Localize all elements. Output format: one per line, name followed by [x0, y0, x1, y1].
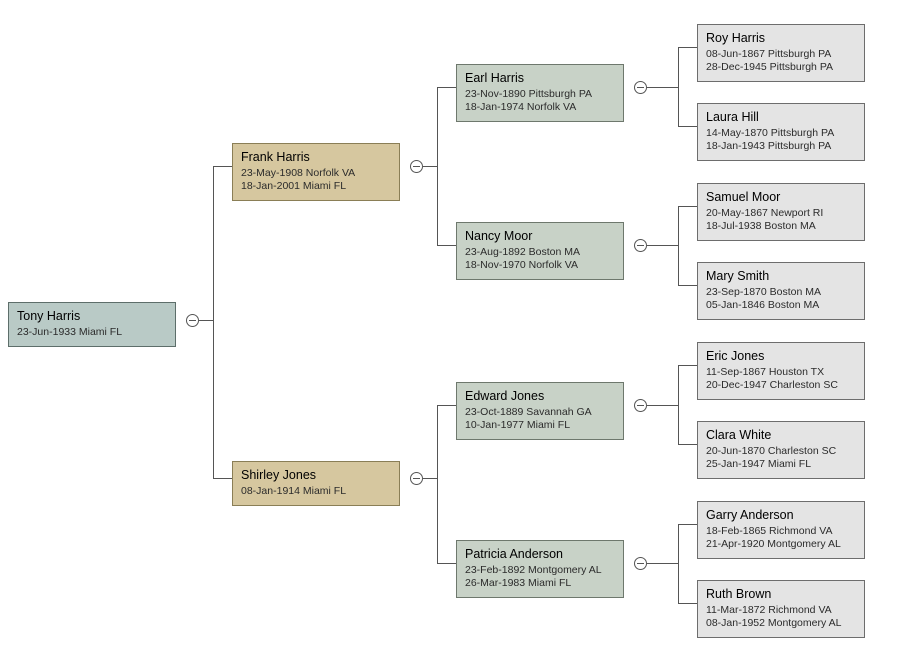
- connector: [213, 166, 232, 167]
- person-card-ggp1[interactable]: Roy Harris 08-Jun-1867 Pittsburgh PA 28-…: [697, 24, 865, 82]
- person-birth: 23-May-1908 Norfolk VA: [241, 167, 391, 180]
- person-birth: 11-Mar-1872 Richmond VA: [706, 604, 856, 617]
- pedigree-chart: Tony Harris 23-Jun-1933 Miami FL Frank H…: [0, 0, 903, 654]
- connector: [678, 524, 679, 604]
- person-death: 05-Jan-1846 Boston MA: [706, 299, 856, 312]
- connector: [423, 166, 437, 167]
- connector: [437, 405, 438, 564]
- collapse-icon[interactable]: [634, 557, 647, 570]
- person-name: Tony Harris: [17, 309, 167, 323]
- person-card-ggp3[interactable]: Samuel Moor 20-May-1867 Newport RI 18-Ju…: [697, 183, 865, 241]
- connector: [647, 405, 678, 406]
- person-birth: 20-May-1867 Newport RI: [706, 207, 856, 220]
- connector: [213, 166, 214, 478]
- person-name: Patricia Anderson: [465, 547, 615, 561]
- collapse-icon[interactable]: [186, 314, 199, 327]
- connector: [678, 603, 697, 604]
- person-name: Frank Harris: [241, 150, 391, 164]
- person-name: Ruth Brown: [706, 587, 856, 601]
- connector: [437, 87, 456, 88]
- connector: [199, 320, 213, 321]
- person-birth: 23-Feb-1892 Montgomery AL: [465, 564, 615, 577]
- connector: [647, 563, 678, 564]
- collapse-icon[interactable]: [634, 239, 647, 252]
- person-birth: 18-Feb-1865 Richmond VA: [706, 525, 856, 538]
- person-death: 10-Jan-1977 Miami FL: [465, 419, 615, 432]
- person-birth: 11-Sep-1867 Houston TX: [706, 366, 856, 379]
- person-card-pgm[interactable]: Nancy Moor 23-Aug-1892 Boston MA 18-Nov-…: [456, 222, 624, 280]
- person-name: Roy Harris: [706, 31, 856, 45]
- connector: [678, 47, 697, 48]
- connector: [678, 126, 697, 127]
- person-name: Clara White: [706, 428, 856, 442]
- person-name: Nancy Moor: [465, 229, 615, 243]
- collapse-icon[interactable]: [410, 160, 423, 173]
- connector: [678, 365, 679, 445]
- person-death: 18-Jan-1974 Norfolk VA: [465, 101, 615, 114]
- person-name: Garry Anderson: [706, 508, 856, 522]
- person-name: Earl Harris: [465, 71, 615, 85]
- person-name: Mary Smith: [706, 269, 856, 283]
- person-death: 21-Apr-1920 Montgomery AL: [706, 538, 856, 551]
- person-birth: 23-Sep-1870 Boston MA: [706, 286, 856, 299]
- person-card-mgf[interactable]: Edward Jones 23-Oct-1889 Savannah GA 10-…: [456, 382, 624, 440]
- person-birth: 23-Oct-1889 Savannah GA: [465, 406, 615, 419]
- person-name: Shirley Jones: [241, 468, 391, 482]
- connector: [437, 87, 438, 246]
- person-death: 18-Jul-1938 Boston MA: [706, 220, 856, 233]
- person-death: 08-Jan-1952 Montgomery AL: [706, 617, 856, 630]
- connector: [678, 206, 679, 286]
- collapse-icon[interactable]: [410, 472, 423, 485]
- person-birth: 20-Jun-1870 Charleston SC: [706, 445, 856, 458]
- connector: [213, 478, 232, 479]
- person-death: 28-Dec-1945 Pittsburgh PA: [706, 61, 856, 74]
- connector: [678, 365, 697, 366]
- person-name: Eric Jones: [706, 349, 856, 363]
- person-death: 18-Jan-1943 Pittsburgh PA: [706, 140, 856, 153]
- person-birth: 08-Jun-1867 Pittsburgh PA: [706, 48, 856, 61]
- person-card-ggp7[interactable]: Garry Anderson 18-Feb-1865 Richmond VA 2…: [697, 501, 865, 559]
- connector: [437, 563, 456, 564]
- collapse-icon[interactable]: [634, 81, 647, 94]
- person-birth: 23-Jun-1933 Miami FL: [17, 326, 167, 339]
- person-birth: 14-May-1870 Pittsburgh PA: [706, 127, 856, 140]
- person-card-ggp4[interactable]: Mary Smith 23-Sep-1870 Boston MA 05-Jan-…: [697, 262, 865, 320]
- person-death: 25-Jan-1947 Miami FL: [706, 458, 856, 471]
- person-name: Laura Hill: [706, 110, 856, 124]
- person-death: 20-Dec-1947 Charleston SC: [706, 379, 856, 392]
- connector: [423, 478, 437, 479]
- person-card-ggp2[interactable]: Laura Hill 14-May-1870 Pittsburgh PA 18-…: [697, 103, 865, 161]
- person-birth: 08-Jan-1914 Miami FL: [241, 485, 391, 498]
- person-card-mgm[interactable]: Patricia Anderson 23-Feb-1892 Montgomery…: [456, 540, 624, 598]
- connector: [678, 47, 679, 127]
- connector: [647, 87, 678, 88]
- connector: [678, 206, 697, 207]
- connector: [678, 524, 697, 525]
- person-card-mother[interactable]: Shirley Jones 08-Jan-1914 Miami FL: [232, 461, 400, 506]
- person-name: Edward Jones: [465, 389, 615, 403]
- connector: [437, 245, 456, 246]
- person-card-ggp5[interactable]: Eric Jones 11-Sep-1867 Houston TX 20-Dec…: [697, 342, 865, 400]
- person-death: 26-Mar-1983 Miami FL: [465, 577, 615, 590]
- person-card-ggp8[interactable]: Ruth Brown 11-Mar-1872 Richmond VA 08-Ja…: [697, 580, 865, 638]
- person-death: 18-Jan-2001 Miami FL: [241, 180, 391, 193]
- connector: [437, 405, 456, 406]
- person-card-father[interactable]: Frank Harris 23-May-1908 Norfolk VA 18-J…: [232, 143, 400, 201]
- connector: [678, 444, 697, 445]
- person-name: Samuel Moor: [706, 190, 856, 204]
- connector: [647, 245, 678, 246]
- person-card-root[interactable]: Tony Harris 23-Jun-1933 Miami FL: [8, 302, 176, 347]
- person-birth: 23-Aug-1892 Boston MA: [465, 246, 615, 259]
- person-card-ggp6[interactable]: Clara White 20-Jun-1870 Charleston SC 25…: [697, 421, 865, 479]
- connector: [678, 285, 697, 286]
- person-birth: 23-Nov-1890 Pittsburgh PA: [465, 88, 615, 101]
- collapse-icon[interactable]: [634, 399, 647, 412]
- person-death: 18-Nov-1970 Norfolk VA: [465, 259, 615, 272]
- person-card-pgf[interactable]: Earl Harris 23-Nov-1890 Pittsburgh PA 18…: [456, 64, 624, 122]
